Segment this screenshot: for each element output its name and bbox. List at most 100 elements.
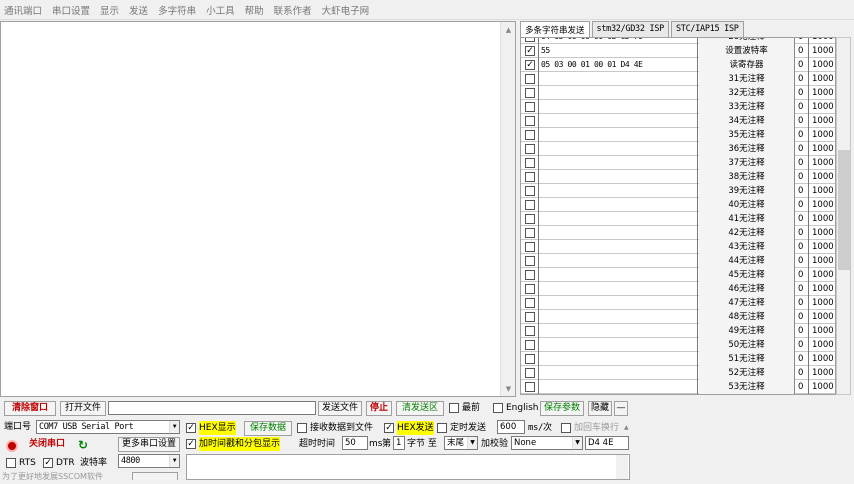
row-send-checkbox[interactable]	[525, 172, 535, 182]
row-send-button[interactable]: 46无注释	[699, 282, 795, 296]
row-send-checkbox[interactable]	[525, 298, 535, 308]
row-order-input[interactable]: 0	[797, 38, 809, 44]
row-order-input[interactable]: 0	[797, 366, 809, 380]
hint-button[interactable]	[132, 472, 178, 480]
row-delay-input[interactable]: 1000	[811, 226, 835, 240]
row-send-checkbox[interactable]	[525, 228, 535, 238]
english-checkbox[interactable]	[493, 403, 503, 413]
hide-button[interactable]: 隐藏	[588, 401, 612, 416]
row-delay-input[interactable]: 1000	[811, 58, 835, 72]
row-delay-input[interactable]: 1000	[811, 212, 835, 226]
row-send-checkbox[interactable]	[525, 102, 535, 112]
row-send-checkbox[interactable]	[525, 382, 535, 392]
row-order-input[interactable]: 0	[797, 380, 809, 394]
row-send-button[interactable]: 设置波特率	[699, 44, 795, 58]
collapse-button[interactable]: —	[614, 401, 628, 416]
row-order-input[interactable]: 0	[797, 324, 809, 338]
row-delay-input[interactable]: 1000	[811, 240, 835, 254]
dropdown-arrow-icon[interactable]: ▼	[169, 455, 179, 467]
row-order-input[interactable]: 0	[797, 142, 809, 156]
menu-item[interactable]: 通讯端口	[4, 3, 42, 17]
row-order-input[interactable]: 0	[797, 184, 809, 198]
send-scrollbar[interactable]	[616, 455, 628, 479]
row-order-input[interactable]: 0	[797, 114, 809, 128]
row-data-input[interactable]	[538, 282, 698, 296]
row-order-input[interactable]: 0	[797, 282, 809, 296]
refresh-icon[interactable]: ↻	[78, 439, 90, 451]
add-timestamp-checkbox[interactable]: ✓	[186, 439, 196, 449]
receive-textarea[interactable]	[0, 21, 516, 397]
row-data-input[interactable]	[538, 114, 698, 128]
row-order-input[interactable]: 0	[797, 198, 809, 212]
row-delay-input[interactable]: 1000	[811, 198, 835, 212]
row-data-input[interactable]: 55	[538, 44, 698, 58]
hex-send-checkbox[interactable]: ✓	[384, 423, 394, 433]
dtr-checkbox[interactable]: ✓	[43, 458, 53, 468]
row-delay-input[interactable]: 1000	[811, 142, 835, 156]
row-delay-input[interactable]: 1000	[811, 44, 835, 58]
menu-item[interactable]: 发送	[129, 3, 148, 17]
row-data-input[interactable]	[538, 184, 698, 198]
menu-item[interactable]: 多字符串	[158, 3, 196, 17]
row-send-button[interactable]: 32无注释	[699, 86, 795, 100]
row-send-checkbox[interactable]: ✓	[525, 60, 535, 70]
row-send-button[interactable]: 39无注释	[699, 184, 795, 198]
row-data-input[interactable]: 05 03 00 01 00 01 D4 4E	[538, 58, 698, 72]
row-send-button[interactable]: 33无注释	[699, 100, 795, 114]
row-delay-input[interactable]: 1000	[811, 128, 835, 142]
row-order-input[interactable]: 0	[797, 44, 809, 58]
row-send-checkbox[interactable]: ✓	[525, 38, 535, 42]
row-order-input[interactable]: 0	[797, 268, 809, 282]
row-data-input[interactable]	[538, 366, 698, 380]
row-data-input[interactable]	[538, 212, 698, 226]
row-data-input[interactable]	[538, 86, 698, 100]
row-send-button[interactable]: 37无注释	[699, 156, 795, 170]
row-order-input[interactable]: 0	[797, 212, 809, 226]
more-settings-button[interactable]: 更多串口设置	[118, 437, 180, 452]
row-send-checkbox[interactable]	[525, 116, 535, 126]
send-textarea[interactable]: D4 4E	[585, 436, 629, 450]
row-send-checkbox[interactable]	[525, 256, 535, 266]
row-data-input[interactable]	[538, 338, 698, 352]
row-delay-input[interactable]: 1000	[811, 86, 835, 100]
row-order-input[interactable]: 0	[797, 338, 809, 352]
row-data-input[interactable]	[538, 156, 698, 170]
row-send-button[interactable]: 50无注释	[699, 338, 795, 352]
menu-item[interactable]: 帮助	[245, 3, 264, 17]
menu-item[interactable]: 显示	[100, 3, 119, 17]
hex-display-checkbox[interactable]: ✓	[186, 423, 196, 433]
row-send-button[interactable]: 49无注释	[699, 324, 795, 338]
send-file-button[interactable]: 发送文件	[318, 401, 362, 416]
row-order-input[interactable]: 0	[797, 128, 809, 142]
row-send-checkbox[interactable]	[525, 270, 535, 280]
row-delay-input[interactable]: 1000	[811, 282, 835, 296]
nth-input[interactable]: 1	[393, 436, 405, 450]
row-delay-input[interactable]: 1000	[811, 310, 835, 324]
menu-item[interactable]: 大虾电子网	[322, 3, 370, 17]
dropdown-arrow-icon[interactable]: ▼	[467, 437, 477, 449]
port-select[interactable]: COM7 USB Serial Port ▼	[36, 420, 180, 434]
row-send-button[interactable]: 52无注释	[699, 366, 795, 380]
row-delay-input[interactable]: 1000	[811, 352, 835, 366]
dropdown-arrow-icon[interactable]: ▼	[572, 437, 582, 449]
scroll-down-arrow-icon[interactable]: ▼	[501, 381, 516, 396]
timed-send-checkbox[interactable]	[437, 423, 447, 433]
row-order-input[interactable]: 0	[797, 72, 809, 86]
row-delay-input[interactable]: 1000	[811, 380, 835, 394]
row-send-checkbox[interactable]	[525, 74, 535, 84]
row-send-button[interactable]: 47无注释	[699, 296, 795, 310]
row-send-checkbox[interactable]	[525, 88, 535, 98]
row-send-button[interactable]: 41无注释	[699, 212, 795, 226]
receive-scrollbar[interactable]: ▲ ▼	[500, 22, 515, 396]
row-delay-input[interactable]: 1000	[811, 156, 835, 170]
row-data-input[interactable]	[538, 72, 698, 86]
row-delay-input[interactable]: 1000	[811, 324, 835, 338]
row-send-checkbox[interactable]	[525, 144, 535, 154]
row-send-button[interactable]: 35无注释	[699, 128, 795, 142]
row-send-checkbox[interactable]	[525, 284, 535, 294]
row-send-button[interactable]: 51无注释	[699, 352, 795, 366]
baud-select[interactable]: 4800 ▼	[118, 454, 180, 468]
stop-button[interactable]: 停止	[366, 401, 392, 416]
row-send-checkbox[interactable]: ✓	[525, 46, 535, 56]
row-send-checkbox[interactable]	[525, 354, 535, 364]
